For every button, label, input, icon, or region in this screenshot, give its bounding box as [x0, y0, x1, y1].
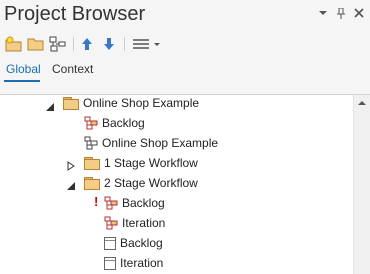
tree-item[interactable]: Backlog: [84, 113, 145, 133]
toolbar-divider: [124, 37, 125, 51]
model-view-icon: [84, 136, 98, 150]
pin-icon[interactable]: [334, 7, 348, 22]
folder-icon[interactable]: [26, 34, 46, 54]
arrow-up-icon[interactable]: [77, 34, 97, 54]
model-view-icon[interactable]: [48, 34, 68, 54]
tree-item-label: Online Shop Example: [83, 96, 200, 110]
tree-item-label: Online Shop Example: [102, 136, 219, 150]
tree-item-label: Iteration: [120, 256, 164, 270]
kanban-icon: [104, 196, 118, 210]
project-tree: Online Shop Example Backlog Online Shop …: [0, 95, 353, 274]
arrow-down-icon[interactable]: [99, 34, 119, 54]
expanded-arrow-icon[interactable]: [45, 99, 55, 111]
tree-item[interactable]: Online Shop Example: [63, 93, 199, 113]
document-icon: [104, 236, 116, 250]
expanded-arrow-icon[interactable]: [66, 178, 76, 190]
tree-item[interactable]: 1 Stage Workflow: [84, 153, 198, 173]
folder-icon: [63, 97, 79, 110]
toolbar-divider: [73, 37, 74, 51]
kanban-icon: [84, 116, 98, 130]
tree-item[interactable]: Online Shop Example: [84, 133, 218, 153]
tree-item-label: 2 Stage Workflow: [104, 176, 198, 190]
tree-item[interactable]: Backlog: [104, 193, 165, 213]
tree-item-label: Backlog: [120, 236, 163, 250]
tab-global[interactable]: Global: [6, 62, 41, 76]
menu-icon[interactable]: [130, 34, 162, 54]
tab-context[interactable]: Context: [52, 62, 93, 76]
active-tab-indicator: [4, 80, 40, 82]
scroll-up-icon[interactable]: [354, 97, 370, 109]
tree-item[interactable]: Backlog: [104, 233, 163, 253]
tree-item[interactable]: Iteration: [104, 213, 165, 233]
folder-icon: [84, 157, 100, 170]
new-package-icon[interactable]: [4, 34, 24, 54]
tree-item-label: Backlog: [122, 196, 165, 210]
collapsed-arrow-icon[interactable]: [66, 158, 76, 171]
tree-item[interactable]: 2 Stage Workflow: [84, 173, 198, 193]
tree-item-label: Backlog: [102, 116, 145, 130]
chevron-down-icon[interactable]: [316, 8, 330, 22]
close-icon[interactable]: [352, 8, 366, 22]
kanban-icon: [104, 216, 118, 230]
folder-icon: [84, 177, 100, 190]
tree-item-label: 1 Stage Workflow: [104, 156, 198, 170]
panel-title: Project Browser: [4, 3, 146, 25]
warning-icon: !: [94, 194, 99, 209]
document-icon: [104, 256, 116, 270]
tree-item[interactable]: Iteration: [104, 253, 163, 273]
tree-item-label: Iteration: [122, 216, 166, 230]
vertical-scrollbar[interactable]: [353, 95, 370, 274]
